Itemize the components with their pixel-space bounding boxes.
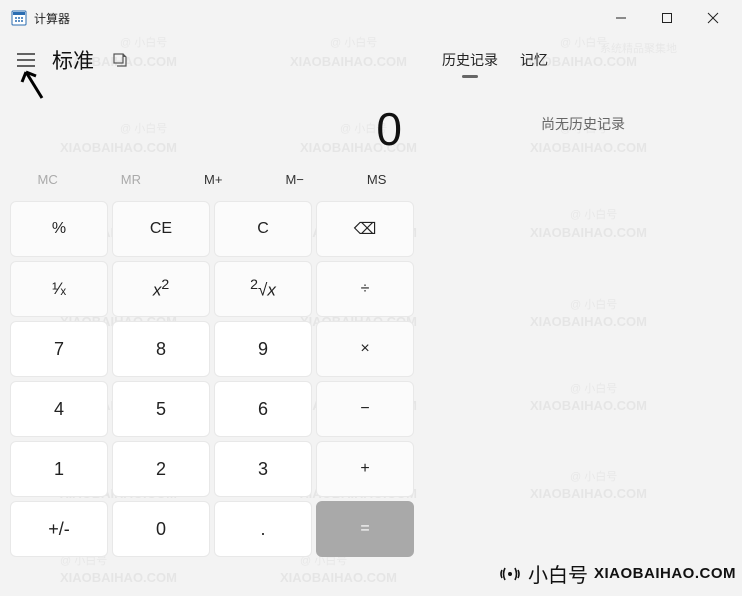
key-sqrt[interactable]: 2√x	[214, 261, 312, 317]
key-4[interactable]: 4	[10, 381, 108, 437]
key-reciprocal[interactable]: ¹⁄ₓ	[10, 261, 108, 317]
key-2[interactable]: 2	[112, 441, 210, 497]
key-0[interactable]: 0	[112, 501, 210, 557]
key-percent[interactable]: %	[10, 201, 108, 257]
key-8[interactable]: 8	[112, 321, 210, 377]
history-panel: 尚无历史记录	[424, 84, 742, 563]
key-negate[interactable]: +/-	[10, 501, 108, 557]
key-backspace[interactable]: ⌫	[316, 201, 414, 257]
maximize-button[interactable]	[644, 0, 690, 36]
memory-recall-button[interactable]: MR	[111, 168, 151, 191]
tab-memory[interactable]: 记忆	[520, 46, 548, 74]
mode-title: 标准	[52, 45, 94, 75]
close-button[interactable]	[690, 0, 736, 36]
window-title: 计算器	[34, 10, 70, 27]
key-7[interactable]: 7	[10, 321, 108, 377]
key-add[interactable]: +	[316, 441, 414, 497]
calculator-panel: 0 MC MR M+ M− MS % CE C ⌫ ¹⁄ₓ x2 2√x ÷ 7…	[0, 84, 424, 563]
key-1[interactable]: 1	[10, 441, 108, 497]
app-icon	[10, 9, 28, 27]
hamburger-menu-icon[interactable]	[14, 48, 38, 72]
key-clear[interactable]: C	[214, 201, 312, 257]
tab-history[interactable]: 历史记录	[442, 46, 498, 74]
minimize-button[interactable]	[598, 0, 644, 36]
memory-plus-button[interactable]: M+	[194, 168, 232, 191]
key-6[interactable]: 6	[214, 381, 312, 437]
memory-store-button[interactable]: MS	[357, 168, 397, 191]
display: 0	[6, 84, 418, 164]
keep-on-top-icon[interactable]	[110, 50, 130, 70]
titlebar: 计算器	[0, 0, 742, 36]
brand-en: XIAOBAIHAO.COM	[594, 565, 736, 582]
memory-minus-button[interactable]: M−	[275, 168, 313, 191]
memory-clear-button[interactable]: MC	[28, 168, 68, 191]
key-clear-entry[interactable]: CE	[112, 201, 210, 257]
signal-icon	[498, 562, 522, 586]
keypad: % CE C ⌫ ¹⁄ₓ x2 2√x ÷ 7 8 9 × 4 5 6 − 1 …	[6, 201, 418, 557]
key-3[interactable]: 3	[214, 441, 312, 497]
display-value: 0	[376, 102, 402, 156]
key-divide[interactable]: ÷	[316, 261, 414, 317]
key-multiply[interactable]: ×	[316, 321, 414, 377]
backspace-icon: ⌫	[354, 219, 377, 239]
key-equals[interactable]: =	[316, 501, 414, 557]
brand-cn: 小白号	[528, 559, 588, 588]
key-square[interactable]: x2	[112, 261, 210, 317]
brand-footer: 小白号 XIAOBAIHAO.COM	[498, 559, 736, 588]
header: 标准 历史记录 记忆	[0, 36, 742, 84]
key-decimal[interactable]: .	[214, 501, 312, 557]
key-subtract[interactable]: −	[316, 381, 414, 437]
key-9[interactable]: 9	[214, 321, 312, 377]
key-5[interactable]: 5	[112, 381, 210, 437]
history-empty-text: 尚无历史记录	[434, 114, 732, 134]
memory-row: MC MR M+ M− MS	[6, 164, 418, 201]
